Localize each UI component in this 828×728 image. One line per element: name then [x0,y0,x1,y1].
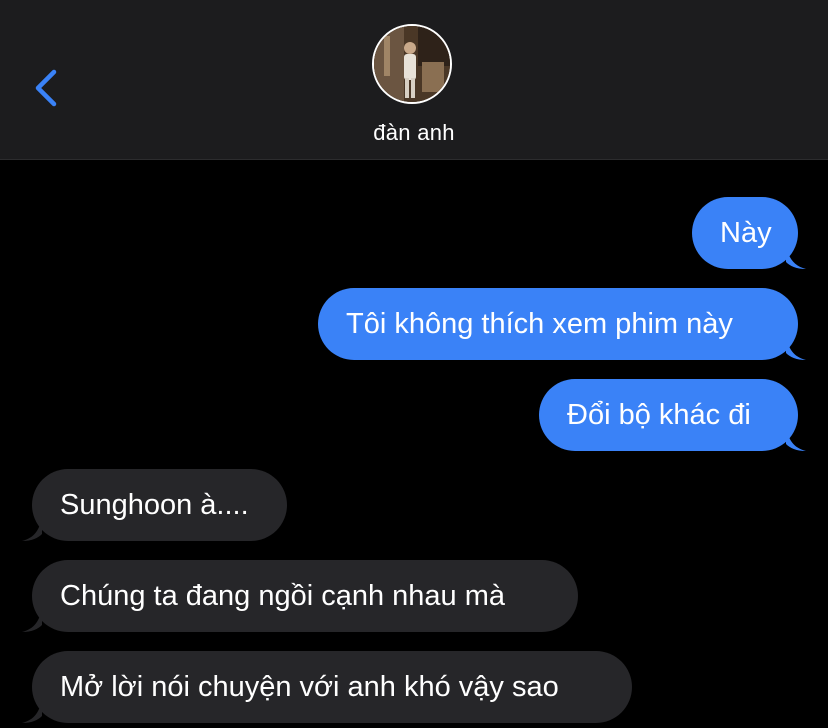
message-text: Chúng ta đang ngồi cạnh nhau mà [60,579,506,612]
message-text: Này [720,216,772,249]
message-bubble-received[interactable]: Sunghoon à.... [32,469,287,541]
message-bubble-sent[interactable]: Đổi bộ khác đi [539,379,798,451]
message-text: Mở lời nói chuyện với anh khó vậy sao [60,670,559,703]
bubble-tail [22,607,42,632]
message-text: Tôi không thích xem phim này [346,307,733,340]
bubble-tail [786,426,806,451]
contact-name[interactable]: đàn anh [0,120,828,146]
message-text: Đổi bộ khác đi [567,398,751,431]
back-button[interactable] [28,64,68,112]
message-bubble-sent[interactable]: Tôi không thích xem phim này [318,288,798,360]
avatar-photo [374,26,450,102]
message-bubble-received[interactable]: Mở lời nói chuyện với anh khó vậy sao [32,651,632,723]
bubble-tail [22,698,42,723]
message-text: Sunghoon à.... [60,488,249,521]
chevron-left-icon [35,69,57,107]
contact-avatar[interactable] [372,24,452,104]
bubble-tail [786,335,806,360]
bubble-tail [22,516,42,541]
message-list: Này Tôi không thích xem phim này Đổi bộ … [0,160,828,728]
conversation-header: đàn anh [0,0,828,160]
message-bubble-received[interactable]: Chúng ta đang ngồi cạnh nhau mà [32,560,578,632]
bubble-tail [786,244,806,269]
message-bubble-sent[interactable]: Này [692,197,798,269]
